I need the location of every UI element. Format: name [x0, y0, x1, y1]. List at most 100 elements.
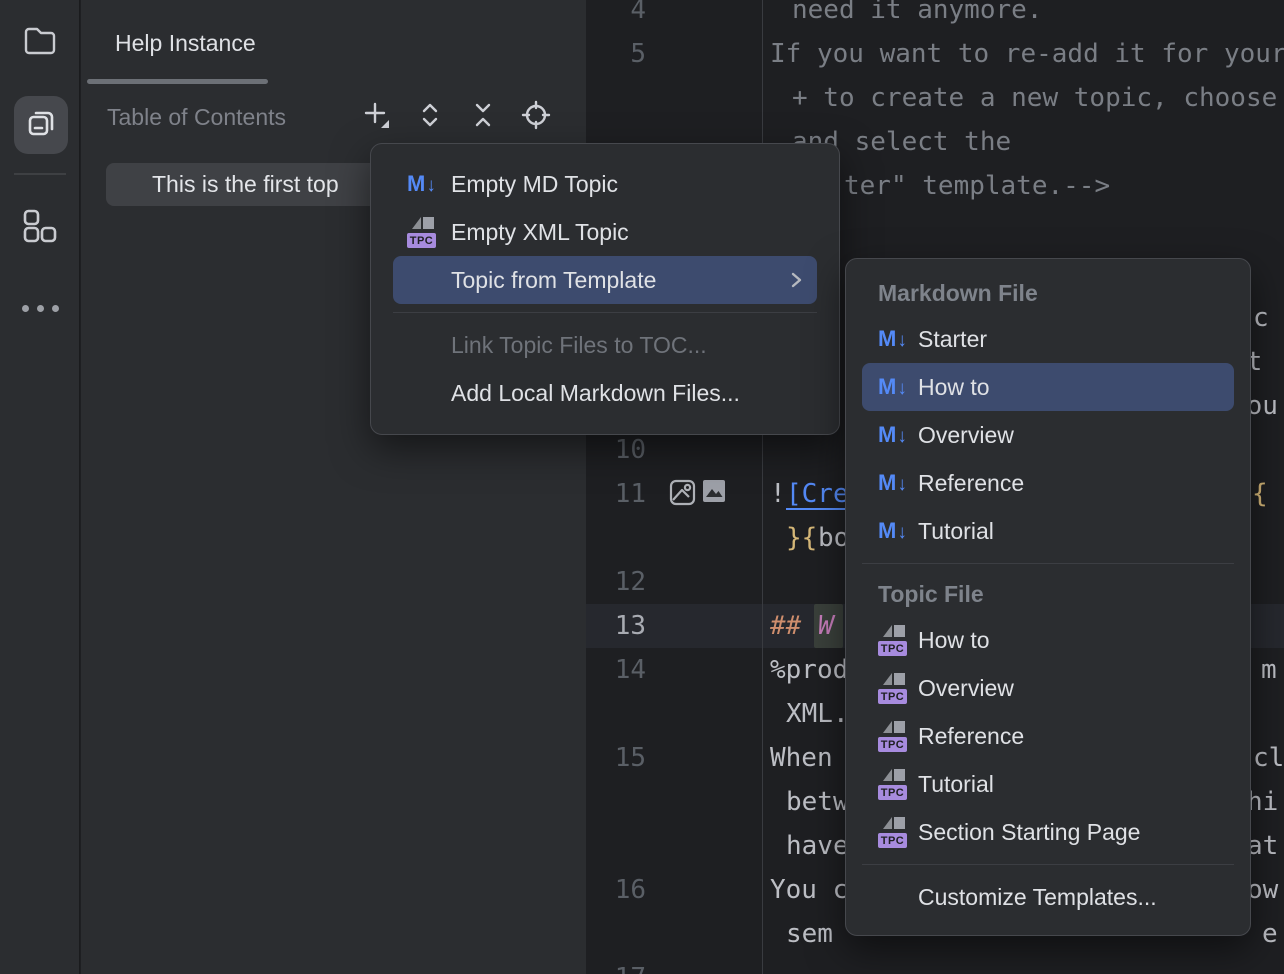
menu-item-label: Tutorial — [918, 771, 994, 798]
stripe-divider — [14, 173, 66, 175]
code-fragment: cl — [1253, 736, 1284, 780]
submenu-item-tutorial[interactable]: M↓Tutorial — [862, 507, 1234, 555]
code-fragment: + to create a new topic, choose — [792, 76, 1277, 120]
project-tool-button[interactable] — [14, 16, 66, 68]
menu-item-label: Add Local Markdown Files... — [451, 380, 740, 407]
tab-active-underline — [87, 79, 268, 84]
menu-item-add-local-markdown-files[interactable]: Add Local Markdown Files... — [393, 369, 817, 417]
submenu-arrow-icon — [787, 269, 805, 291]
menu-item-link-topic-files-to-toc[interactable]: Link Topic Files to TOC... — [393, 321, 817, 369]
code-fragment: hi — [1247, 780, 1278, 824]
menu-separator — [393, 312, 817, 313]
menu-item-label: Starter — [918, 326, 987, 353]
topic-file-icon: TPC — [878, 816, 918, 848]
topic-file-icon: TPC — [878, 720, 918, 752]
instances-icon — [25, 107, 57, 144]
code-fragment: have — [786, 824, 849, 868]
topic-from-template-submenu: Markdown FileM↓StarterM↓How toM↓Overview… — [845, 258, 1251, 936]
line-number: 15 — [586, 736, 646, 780]
submenu-section-header-topic-file: Topic File — [846, 572, 1250, 616]
add-topic-button[interactable] — [362, 102, 392, 132]
topic-file-icon: TPC — [407, 216, 451, 248]
editor-line[interactable]: 17 — [586, 956, 1284, 974]
topic-file-icon: TPC — [878, 624, 918, 656]
menu-item-label: Reference — [918, 723, 1024, 750]
editor-line[interactable]: 4need it anymore. — [586, 0, 1284, 32]
plus-dropdown-icon — [362, 100, 392, 135]
menu-item-label: Tutorial — [918, 518, 994, 545]
markdown-file-icon: M↓ — [878, 470, 918, 496]
locate-button[interactable] — [521, 102, 551, 132]
code-fragment: c — [1253, 296, 1269, 340]
code-fragment: You c — [770, 868, 848, 912]
line-number: 16 — [586, 868, 646, 912]
menu-item-label: Customize Templates... — [918, 884, 1157, 911]
code-fragment: If you want to re-add it for your — [770, 32, 1284, 76]
code-fragment: { — [1252, 472, 1268, 516]
tool-window-stripe — [0, 0, 80, 974]
menu-separator — [862, 563, 1234, 564]
code-fragment: When — [770, 736, 833, 780]
submenu-item-reference[interactable]: M↓Reference — [862, 459, 1234, 507]
menu-item-label: Overview — [918, 422, 1014, 449]
code-fragment: betw — [786, 780, 849, 824]
line-number: 4 — [586, 0, 646, 32]
menu-separator — [862, 864, 1234, 865]
collapse-all-button[interactable] — [468, 102, 498, 132]
markdown-file-icon: M↓ — [878, 422, 918, 448]
code-fragment: W — [814, 604, 843, 648]
menu-item-empty-xml-topic[interactable]: TPCEmpty XML Topic — [393, 208, 817, 256]
submenu-item-reference[interactable]: TPCReference — [862, 712, 1234, 760]
markdown-file-icon: M↓ — [878, 326, 918, 352]
menu-item-topic-from-template[interactable]: Topic from Template — [393, 256, 817, 304]
editor-line[interactable]: + to create a new topic, choose — [586, 76, 1284, 120]
menu-item-label: Reference — [918, 470, 1024, 497]
menu-item-empty-md-topic[interactable]: M↓Empty MD Topic — [393, 160, 817, 208]
code-fragment: XML. — [786, 692, 849, 736]
line-number: 5 — [586, 32, 646, 76]
topic-file-icon: TPC — [878, 672, 918, 704]
collapse-all-icon — [468, 100, 498, 135]
toc-toolbar: Table of Contents — [81, 96, 586, 146]
menu-item-label: How to — [918, 374, 990, 401]
submenu-item-how-to[interactable]: M↓How to — [862, 363, 1234, 411]
code-fragment: ! — [770, 472, 786, 516]
menu-item-label: How to — [918, 627, 990, 654]
code-fragment: e — [1262, 912, 1278, 956]
menu-item-label: Link Topic Files to TOC... — [451, 332, 707, 359]
toc-item-label: This is the first top — [152, 171, 339, 198]
tool-window-tab[interactable]: Help Instance — [115, 30, 256, 57]
ide-window: Help Instance Table of Contents — [0, 0, 1284, 974]
more-tool-windows-button[interactable] — [14, 282, 66, 334]
submenu-item-overview[interactable]: TPCOverview — [862, 664, 1234, 712]
code-fragment: ter" template.--> — [844, 164, 1110, 208]
topic-file-icon: TPC — [878, 768, 918, 800]
code-fragment: ## — [770, 604, 801, 648]
editor-line[interactable]: 5 If you want to re-add it for your — [586, 32, 1284, 76]
code-fragment: [Cre — [786, 472, 849, 516]
code-fragment: %prod — [770, 648, 848, 692]
submenu-item-customize-templates[interactable]: Customize Templates... — [862, 873, 1234, 921]
submenu-item-tutorial[interactable]: TPCTutorial — [862, 760, 1234, 808]
submenu-item-overview[interactable]: M↓Overview — [862, 411, 1234, 459]
menu-item-label: Overview — [918, 675, 1014, 702]
code-fragment: }{ — [786, 516, 817, 560]
submenu-item-section-starting-page[interactable]: TPCSection Starting Page — [862, 808, 1234, 856]
structure-tool-button[interactable] — [14, 202, 66, 254]
code-fragment: m — [1261, 648, 1277, 692]
expand-all-icon — [415, 100, 445, 135]
expand-all-button[interactable] — [415, 102, 445, 132]
submenu-item-starter[interactable]: M↓Starter — [862, 315, 1234, 363]
menu-item-label: Empty XML Topic — [451, 219, 629, 246]
line-number: 12 — [586, 560, 646, 604]
project-folder-icon — [23, 25, 57, 60]
locate-target-icon — [521, 100, 551, 135]
writerside-tool-button[interactable] — [14, 96, 68, 154]
add-topic-context-menu: M↓Empty MD TopicTPCEmpty XML TopicTopic … — [370, 143, 840, 435]
line-number: 14 — [586, 648, 646, 692]
toc-title: Table of Contents — [107, 104, 286, 131]
markdown-file-icon: M↓ — [878, 374, 918, 400]
line-number: 17 — [586, 956, 646, 974]
markdown-file-icon: M↓ — [407, 171, 451, 197]
submenu-item-how-to[interactable]: TPCHow to — [862, 616, 1234, 664]
